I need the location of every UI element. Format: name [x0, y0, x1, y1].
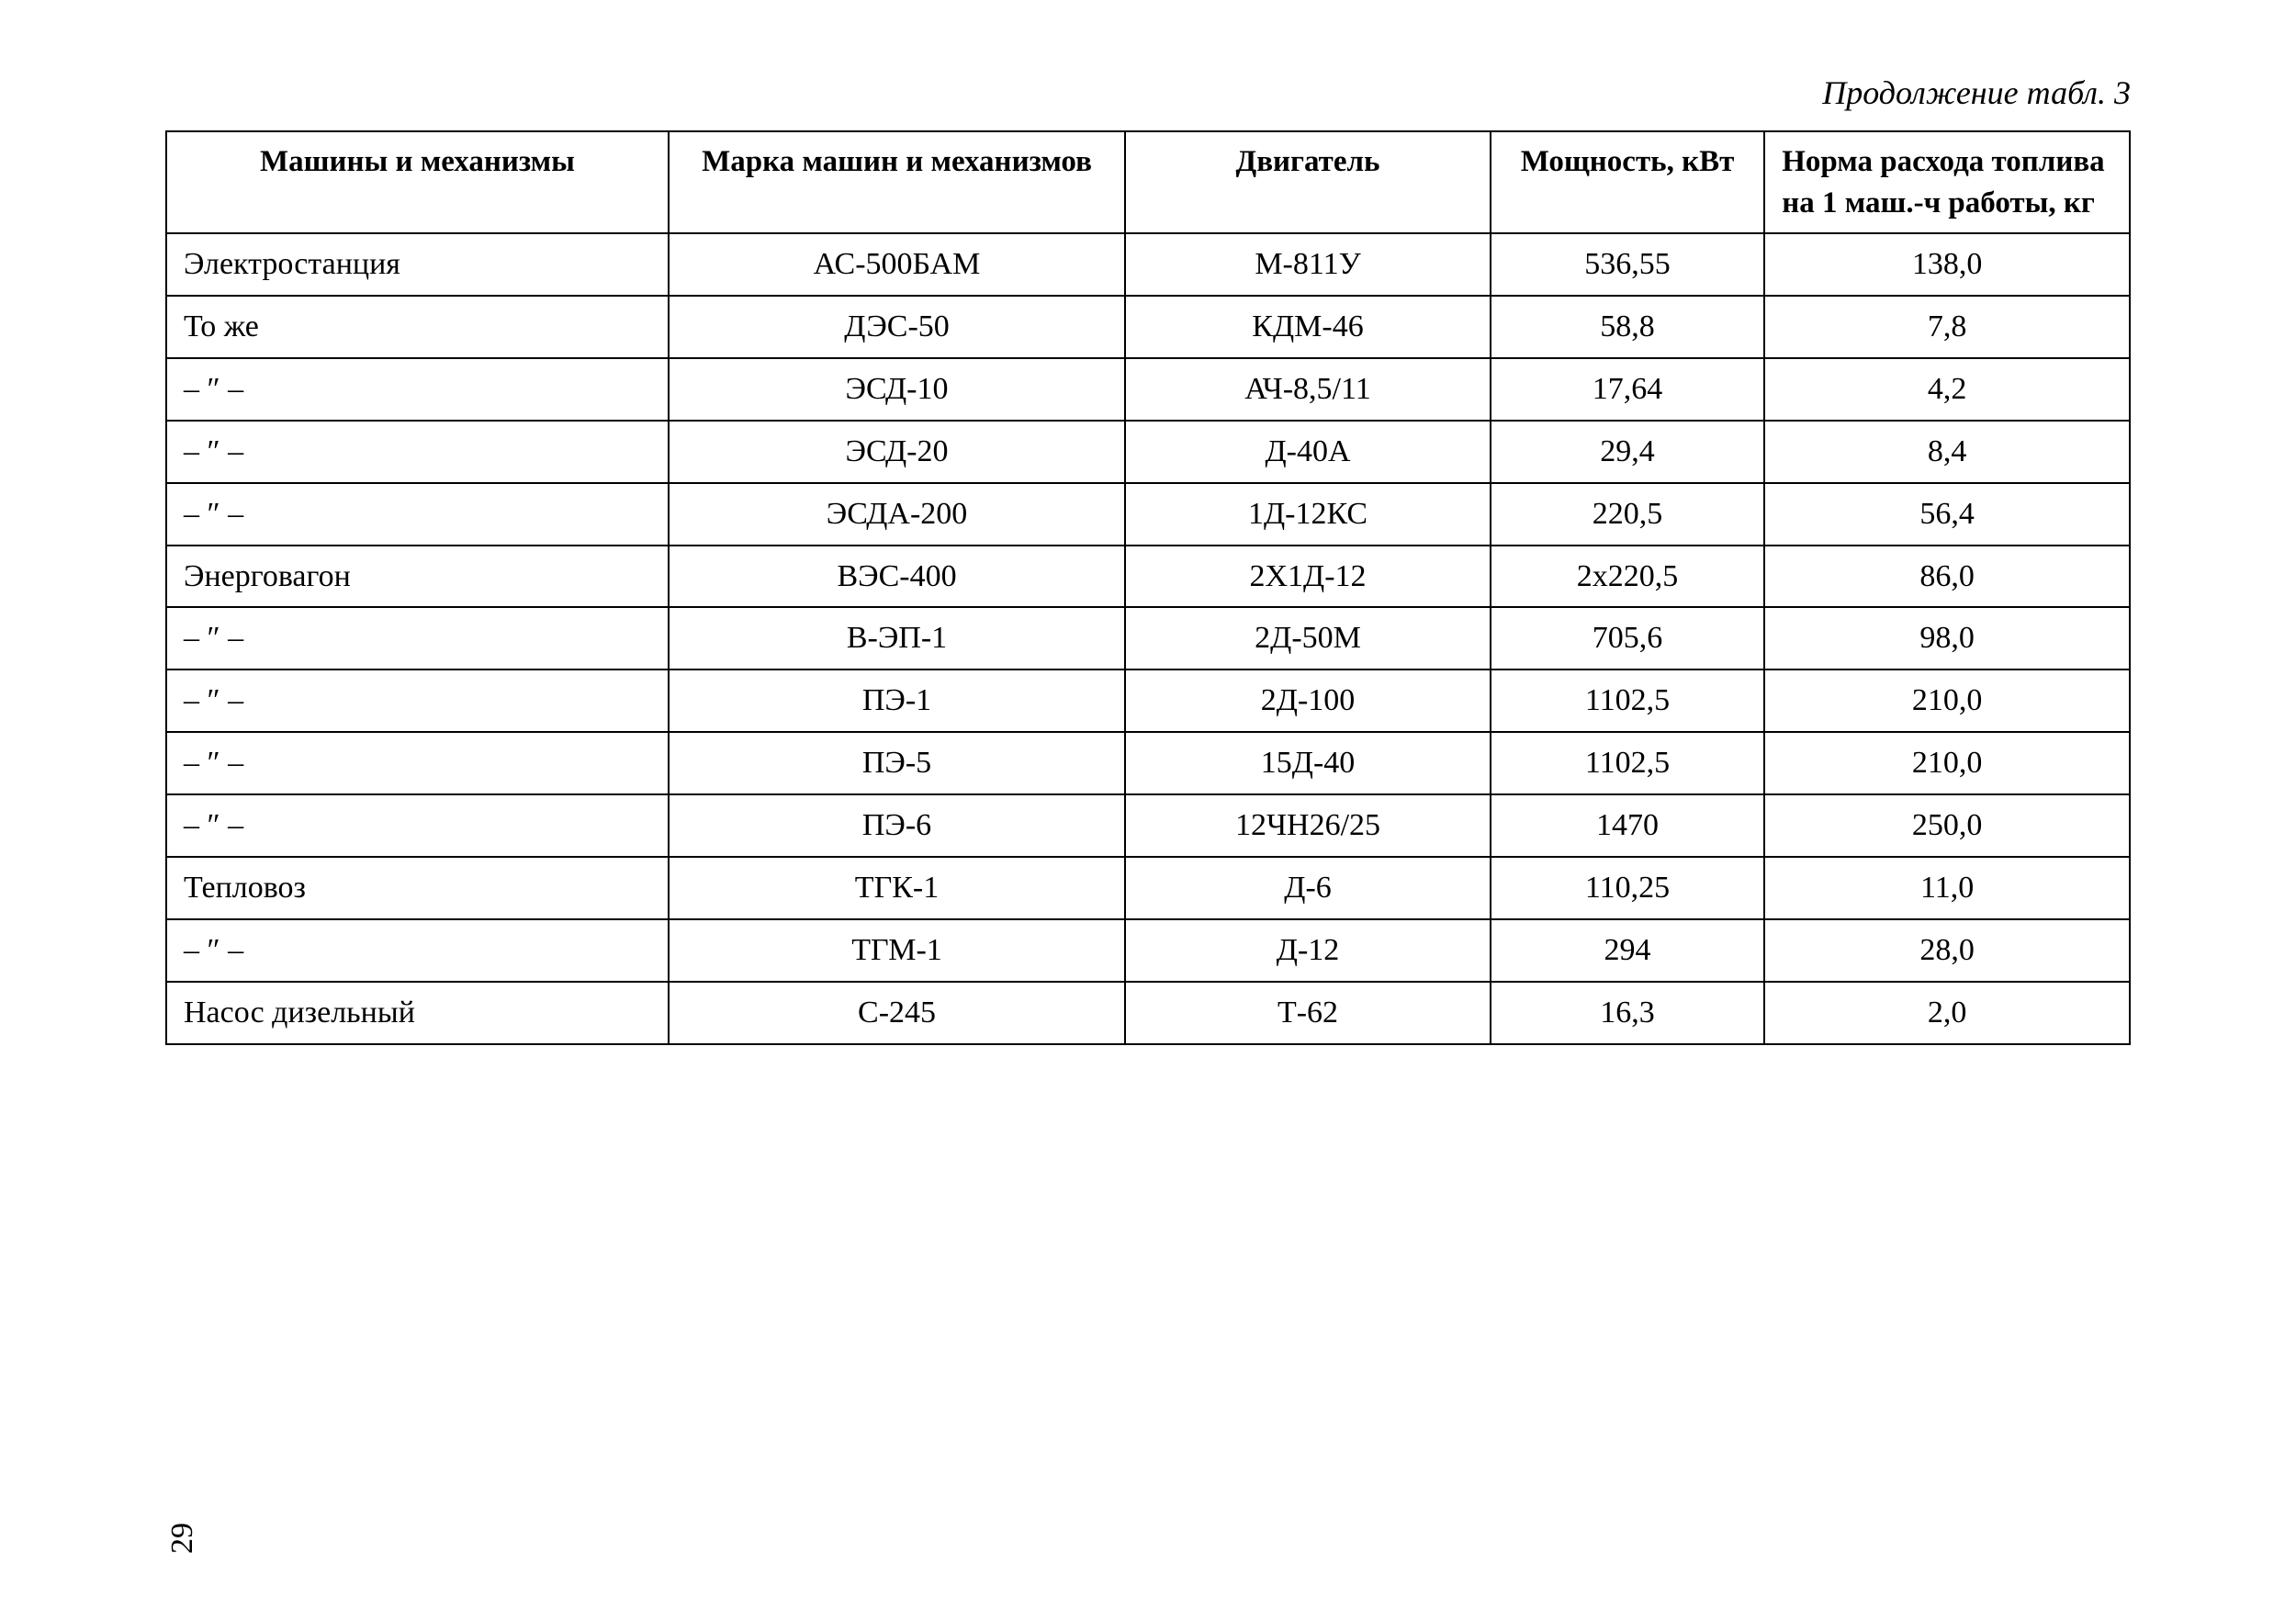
- cell-fuel: 28,0: [1764, 919, 2130, 982]
- cell-brand: С-245: [669, 982, 1125, 1044]
- continuation-title: Продолжение табл. 3: [165, 73, 2131, 112]
- cell-machine: Энерговагон: [166, 546, 669, 608]
- cell-brand: В-ЭП-1: [669, 607, 1125, 669]
- cell-machine: – ″ –: [166, 358, 669, 421]
- cell-brand: ЭСДА-200: [669, 483, 1125, 546]
- cell-fuel: 98,0: [1764, 607, 2130, 669]
- page-number: 29: [165, 1523, 200, 1554]
- cell-power: 29,4: [1491, 421, 1764, 483]
- cell-machine: Насос дизельный: [166, 982, 669, 1044]
- table-row: – ″ –ПЭ-12Д-1001102,5210,0: [166, 669, 2130, 732]
- table-row: Насос дизельныйС-245Т-6216,32,0: [166, 982, 2130, 1044]
- table-row: – ″ –ПЭ-515Д-401102,5210,0: [166, 732, 2130, 794]
- header-power: Мощность, кВт: [1491, 131, 1764, 233]
- cell-brand: ТГМ-1: [669, 919, 1125, 982]
- page: Продолжение табл. 3 Машины и механизмы М…: [0, 0, 2296, 1609]
- cell-machine: – ″ –: [166, 483, 669, 546]
- header-machines: Машины и механизмы: [166, 131, 669, 233]
- cell-brand: ТГК-1: [669, 857, 1125, 919]
- cell-engine: 1Д-12КС: [1125, 483, 1491, 546]
- cell-engine: АЧ-8,5/11: [1125, 358, 1491, 421]
- cell-engine: 12ЧН26/25: [1125, 794, 1491, 857]
- cell-engine: М-811У: [1125, 233, 1491, 296]
- cell-fuel: 7,8: [1764, 296, 2130, 358]
- table-row: – ″ –ЭСДА-2001Д-12КС220,556,4: [166, 483, 2130, 546]
- cell-machine: – ″ –: [166, 421, 669, 483]
- table-row: ЭлектростанцияАС-500БАММ-811У536,55138,0: [166, 233, 2130, 296]
- cell-fuel: 210,0: [1764, 669, 2130, 732]
- cell-fuel: 210,0: [1764, 732, 2130, 794]
- cell-brand: АС-500БАМ: [669, 233, 1125, 296]
- cell-power: 1470: [1491, 794, 1764, 857]
- cell-fuel: 11,0: [1764, 857, 2130, 919]
- cell-engine: 2Х1Д-12: [1125, 546, 1491, 608]
- cell-engine: КДМ-46: [1125, 296, 1491, 358]
- cell-power: 16,3: [1491, 982, 1764, 1044]
- cell-machine: – ″ –: [166, 607, 669, 669]
- cell-brand: ЭСД-10: [669, 358, 1125, 421]
- cell-machine: – ″ –: [166, 794, 669, 857]
- cell-brand: ДЭС-50: [669, 296, 1125, 358]
- table-row: – ″ –ЭСД-20Д-40А29,48,4: [166, 421, 2130, 483]
- cell-fuel: 86,0: [1764, 546, 2130, 608]
- table-row: – ″ –ЭСД-10АЧ-8,5/1117,644,2: [166, 358, 2130, 421]
- cell-machine: – ″ –: [166, 732, 669, 794]
- cell-power: 536,55: [1491, 233, 1764, 296]
- cell-fuel: 138,0: [1764, 233, 2130, 296]
- cell-engine: Т-62: [1125, 982, 1491, 1044]
- cell-engine: 15Д-40: [1125, 732, 1491, 794]
- cell-brand: ПЭ-1: [669, 669, 1125, 732]
- cell-engine: 2Д-100: [1125, 669, 1491, 732]
- cell-machine: – ″ –: [166, 919, 669, 982]
- cell-power: 58,8: [1491, 296, 1764, 358]
- header-fuel: Норма расхода топлива на 1 маш.-ч работы…: [1764, 131, 2130, 233]
- cell-brand: ПЭ-5: [669, 732, 1125, 794]
- table-row: – ″ –ТГМ-1Д-1229428,0: [166, 919, 2130, 982]
- main-table: Машины и механизмы Марка машин и механиз…: [165, 130, 2131, 1045]
- cell-power: 1102,5: [1491, 732, 1764, 794]
- cell-fuel: 8,4: [1764, 421, 2130, 483]
- table-row: ЭнерговагонВЭС-4002Х1Д-122х220,586,0: [166, 546, 2130, 608]
- cell-machine: Электростанция: [166, 233, 669, 296]
- cell-power: 1102,5: [1491, 669, 1764, 732]
- cell-power: 220,5: [1491, 483, 1764, 546]
- cell-brand: ПЭ-6: [669, 794, 1125, 857]
- table-row: – ″ –В-ЭП-12Д-50М705,698,0: [166, 607, 2130, 669]
- cell-engine: Д-12: [1125, 919, 1491, 982]
- cell-power: 705,6: [1491, 607, 1764, 669]
- cell-engine: Д-6: [1125, 857, 1491, 919]
- cell-fuel: 250,0: [1764, 794, 2130, 857]
- table-row: – ″ –ПЭ-612ЧН26/251470250,0: [166, 794, 2130, 857]
- table-row: ТепловозТГК-1Д-6110,2511,0: [166, 857, 2130, 919]
- cell-power: 110,25: [1491, 857, 1764, 919]
- cell-machine: Тепловоз: [166, 857, 669, 919]
- cell-machine: То же: [166, 296, 669, 358]
- cell-power: 17,64: [1491, 358, 1764, 421]
- cell-machine: – ″ –: [166, 669, 669, 732]
- table-row: То жеДЭС-50КДМ-4658,87,8: [166, 296, 2130, 358]
- cell-fuel: 56,4: [1764, 483, 2130, 546]
- header-engine: Двигатель: [1125, 131, 1491, 233]
- cell-fuel: 4,2: [1764, 358, 2130, 421]
- cell-brand: ЭСД-20: [669, 421, 1125, 483]
- cell-engine: Д-40А: [1125, 421, 1491, 483]
- header-brand: Марка машин и механизмов: [669, 131, 1125, 233]
- cell-fuel: 2,0: [1764, 982, 2130, 1044]
- cell-engine: 2Д-50М: [1125, 607, 1491, 669]
- cell-power: 2х220,5: [1491, 546, 1764, 608]
- cell-brand: ВЭС-400: [669, 546, 1125, 608]
- cell-power: 294: [1491, 919, 1764, 982]
